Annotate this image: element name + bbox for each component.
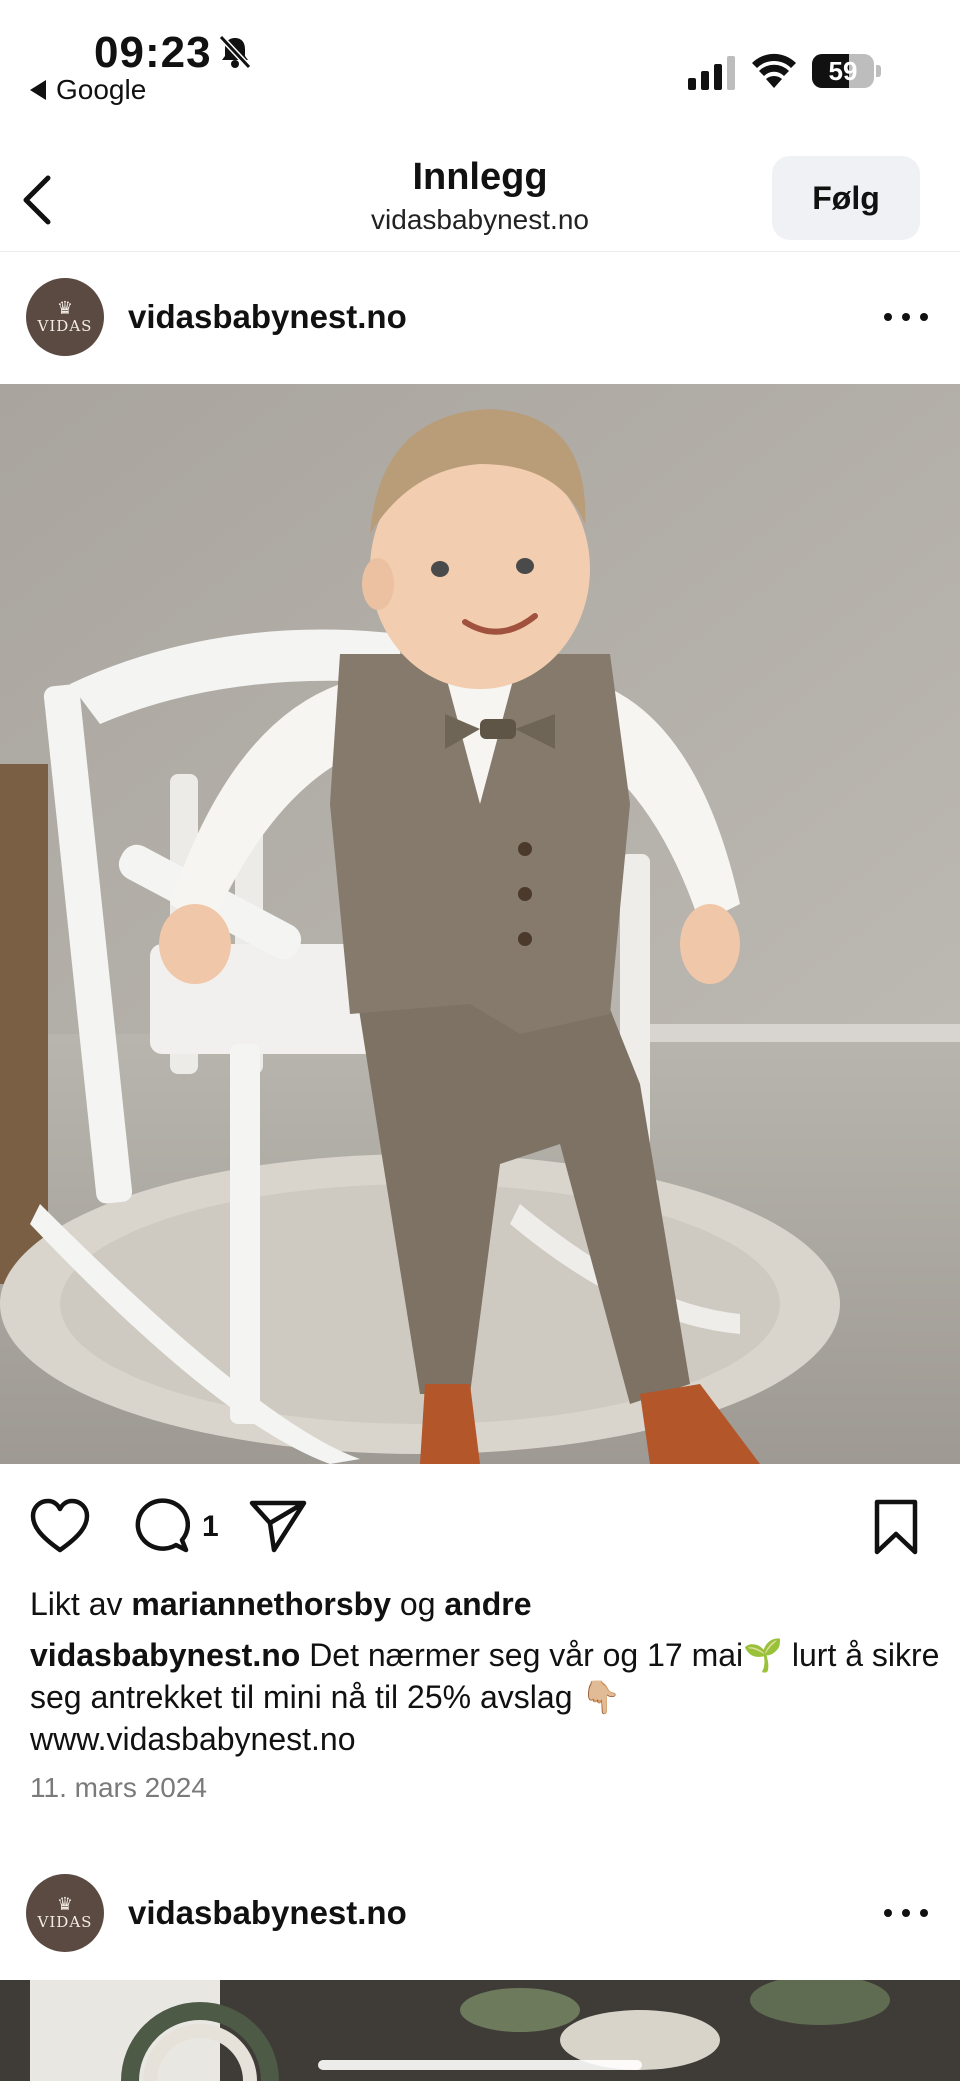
status-bar: 09:23 Google 59 [0,0,960,120]
antler-logo-icon: ♛ [56,1894,74,1914]
avatar[interactable]: ♛ VIDAS [26,1874,104,1952]
home-indicator[interactable] [318,2060,642,2070]
post-image[interactable] [0,384,960,1464]
post-username[interactable]: vidasbabynest.no [128,298,407,336]
wifi-icon [752,53,796,88]
post-header: ♛ VIDAS vidasbabynest.no [0,252,960,382]
liked-by-others-link[interactable]: andre [444,1586,531,1622]
comment-icon[interactable] [132,1498,190,1554]
liked-by-user-link[interactable]: mariannethorsby [131,1586,391,1622]
status-time: 09:23 [94,28,212,77]
post-actions: 1 [0,1490,960,1560]
post-username[interactable]: vidasbabynest.no [128,1894,407,1932]
bookmark-icon[interactable] [872,1498,920,1556]
post-header: ♛ VIDAS vidasbabynest.no [0,1848,960,1978]
battery-percent: 59 [828,56,858,86]
antler-logo-icon: ♛ [56,298,74,318]
avatar[interactable]: ♛ VIDAS [26,278,104,356]
post-date: 11. mars 2024 [30,1772,207,1803]
bell-muted-icon [218,34,252,70]
follow-button[interactable]: Følg [772,156,920,240]
avatar-brand-text: VIDAS [37,317,93,335]
liked-by-prefix: Likt av [30,1586,123,1622]
back-app-label: Google [56,74,147,105]
comment-count: 1 [202,1510,219,1543]
more-options-icon[interactable] [884,302,928,332]
liked-by: Likt av mariannethorsby og andre [30,1586,532,1623]
share-icon[interactable] [248,1498,308,1554]
post-caption: vidasbabynest.no Det nærmer seg vår og 1… [30,1634,940,1760]
battery-icon: 59 [812,54,881,88]
nav-bar: Innlegg vidasbabynest.no Følg [0,140,960,252]
back-to-app-link[interactable]: Google [30,74,146,106]
heart-icon[interactable] [30,1498,90,1554]
liked-by-joiner: og [399,1586,436,1622]
cellular-signal-icon [688,56,735,90]
caption-username[interactable]: vidasbabynest.no [30,1637,300,1673]
photo-toddler-in-suit [0,384,960,1464]
more-options-icon[interactable] [884,1898,928,1928]
back-arrow-icon [30,80,46,100]
avatar-brand-text: VIDAS [37,1913,93,1931]
